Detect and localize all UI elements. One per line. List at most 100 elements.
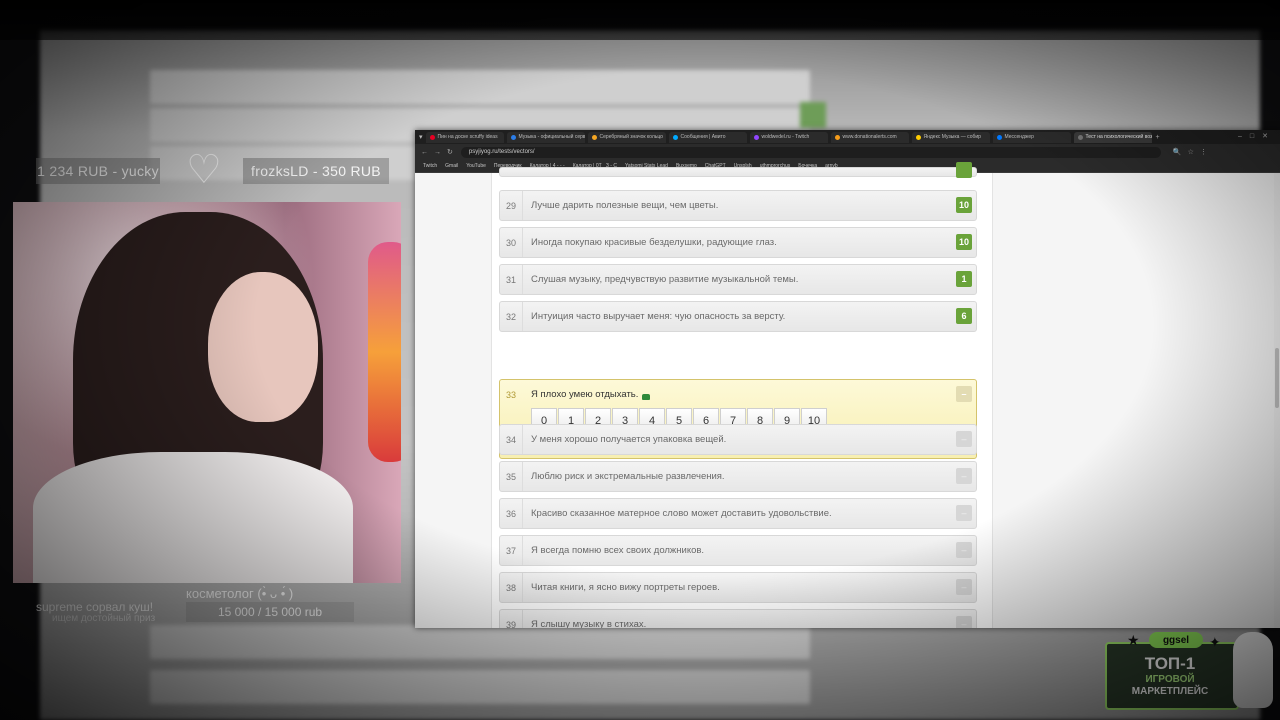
score-badge: 10 [956, 197, 972, 213]
scrollbar[interactable] [1274, 173, 1280, 628]
question-row[interactable]: 36 Красиво сказанное матерное слово может… [499, 498, 977, 529]
favicon-icon [672, 134, 678, 140]
favicon-icon [510, 134, 516, 140]
score-badge: – [956, 542, 972, 558]
ggsel-ad: ★ ✦ ggsel ТОП-1 ИГРОВОЙ МАРКЕТПЛЕЙС [1105, 628, 1277, 720]
question-number: 30 [500, 228, 523, 257]
prize-subtitle: ищем достойный приз [52, 613, 156, 624]
question-text: Лучше дарить полезные вещи, чем цветы. [531, 200, 719, 211]
score-badge: – [956, 616, 972, 628]
streamer-shirt [33, 452, 353, 583]
question-number: 31 [500, 265, 523, 294]
toolbar-icons[interactable]: 🔍☆⋮ [1173, 148, 1213, 156]
mouse-cursor-icon [642, 394, 650, 400]
question-row[interactable]: 32 Интуиция часто выручает меня: чую опас… [499, 301, 977, 332]
score-badge: – [956, 431, 972, 447]
score-badge [956, 162, 972, 178]
forward-icon[interactable]: → [434, 149, 441, 156]
tab-label: Мессенджер [1004, 134, 1034, 140]
question-row-partial [499, 162, 977, 178]
favicon-icon [753, 134, 759, 140]
bookmark-item[interactable]: Gmail [445, 163, 458, 169]
favicon-icon [591, 134, 597, 140]
scrollbar-thumb[interactable] [1275, 348, 1279, 408]
bookmark-item[interactable]: Twitch [423, 163, 437, 169]
back-icon[interactable]: ← [421, 149, 428, 156]
score-badge: – [956, 468, 972, 484]
question-number: 33 [505, 389, 516, 400]
browser-tab[interactable]: Музыка - официальный сервис [506, 131, 585, 143]
tab-label: www.donationalerts.com [842, 134, 897, 140]
question-text: Интуиция часто выручает меня: чую опасно… [531, 311, 786, 322]
question-number: 36 [500, 499, 523, 528]
question-text: Слушая музыку, предчувствую развитие муз… [531, 274, 799, 285]
question-text: Я всегда помню всех своих должников. [531, 545, 705, 556]
bg-row [150, 70, 810, 104]
tab-label: Музыка - официальный сервис [518, 134, 585, 140]
bookmark-item[interactable]: YouTube [466, 163, 486, 169]
browser-tab[interactable]: Тест на психологический воз [1073, 131, 1152, 143]
ad-headline: ТОП-1 [1144, 654, 1196, 673]
page-content: 29 Лучше дарить полезные вещи, чем цветы.… [415, 162, 1280, 628]
question-row[interactable]: 37 Я всегда помню всех своих должников. – [499, 535, 977, 566]
top-shadow [0, 0, 1280, 40]
browser-tab[interactable]: www.donationalerts.com [830, 131, 909, 143]
tab-label: Яндекс Музыка — собир [923, 134, 981, 140]
question-row[interactable]: 39 Я слышу музыку в стихах. – [499, 609, 977, 628]
favicon-icon [1077, 134, 1083, 140]
score-badge: 1 [956, 271, 972, 287]
question-text: Люблю риск и экстремальные развлечения. [531, 471, 725, 482]
question-row[interactable]: 34 У меня хорошо получается упаковка веще… [499, 424, 977, 455]
question-text: Я плохо умею отдыхать. [531, 389, 639, 400]
question-number: 37 [500, 536, 523, 565]
tab-label: woldwedel.ru - Twitch [761, 134, 810, 140]
url-field[interactable]: psyjiyog.ru/tests/vectors/ [460, 146, 1161, 158]
new-tab-icon[interactable]: + [1156, 134, 1160, 141]
favicon-icon [915, 134, 921, 140]
question-row[interactable]: 30 Иногда покупаю красивые безделушки, ра… [499, 227, 977, 258]
question-number: 32 [500, 302, 523, 331]
star-icon: ★ [1127, 632, 1140, 648]
browser-tab[interactable]: Яндекс Музыка — собир [911, 131, 990, 143]
heart-icon: ♡ [186, 148, 222, 192]
question-text: Красиво сказанное матерное слово может д… [531, 508, 832, 519]
browser-tab[interactable]: Пин на доске scruffy ideas [425, 131, 504, 143]
streamer-face [208, 272, 318, 422]
question-row[interactable]: 29 Лучше дарить полезные вещи, чем цветы.… [499, 190, 977, 221]
tab-label: Сообщения | Авито [680, 134, 726, 140]
flowers [368, 242, 401, 462]
reload-icon[interactable]: ↻ [447, 148, 453, 156]
question-row[interactable]: 35 Люблю риск и экстремальные развлечения… [499, 461, 977, 492]
prize-title: supreme сорвал куш! [36, 600, 154, 614]
star-icon: ✦ [1209, 634, 1221, 650]
donation-right-pill: frozksLD - 350 RUB [243, 158, 389, 184]
question-row[interactable]: 38 Читая книги, я ясно вижу портреты геро… [499, 572, 977, 603]
ad-line2: МАРКЕТПЛЕЙС [1131, 686, 1209, 697]
score-badge: 6 [956, 308, 972, 324]
score-badge: – [956, 505, 972, 521]
favicon-icon [996, 134, 1002, 140]
bg-row [150, 625, 810, 659]
favicon-icon [429, 134, 435, 140]
favicon-icon [834, 134, 840, 140]
question-row[interactable]: 31 Слушая музыку, предчувствую развитие м… [499, 264, 977, 295]
browser-tab[interactable]: woldwedel.ru - Twitch [749, 131, 828, 143]
question-number: 39 [500, 610, 523, 628]
score-badge: – [956, 386, 972, 402]
goal-title: косметолог (•̀ ᴗ •́ ) [186, 586, 294, 601]
goal-progress-bar: 15 000 / 15 000 rub [186, 602, 354, 622]
question-text: Я слышу музыку в стихах. [531, 619, 647, 628]
window-controls[interactable]: –□✕ [1238, 132, 1276, 140]
browser-tab[interactable]: Серебряный значок кольцо [587, 131, 666, 143]
browser-window: ▾ Пин на доске scruffy ideas Музыка - офи… [415, 130, 1280, 628]
ad-line1: ИГРОВОЙ [1145, 674, 1195, 685]
bg-badge [800, 102, 826, 128]
ad-brand: ggsel [1149, 632, 1203, 648]
question-text: Иногда покупаю красивые безделушки, раду… [531, 237, 777, 248]
tab-label: Тест на психологический воз [1085, 134, 1152, 140]
tab-bar: ▾ Пин на доске scruffy ideas Музыка - офи… [415, 130, 1280, 144]
question-number: 29 [500, 191, 523, 220]
browser-tab[interactable]: Сообщения | Авито [668, 131, 747, 143]
bunny-mascot [1233, 632, 1273, 708]
browser-tab[interactable]: Мессенджер [992, 131, 1071, 143]
